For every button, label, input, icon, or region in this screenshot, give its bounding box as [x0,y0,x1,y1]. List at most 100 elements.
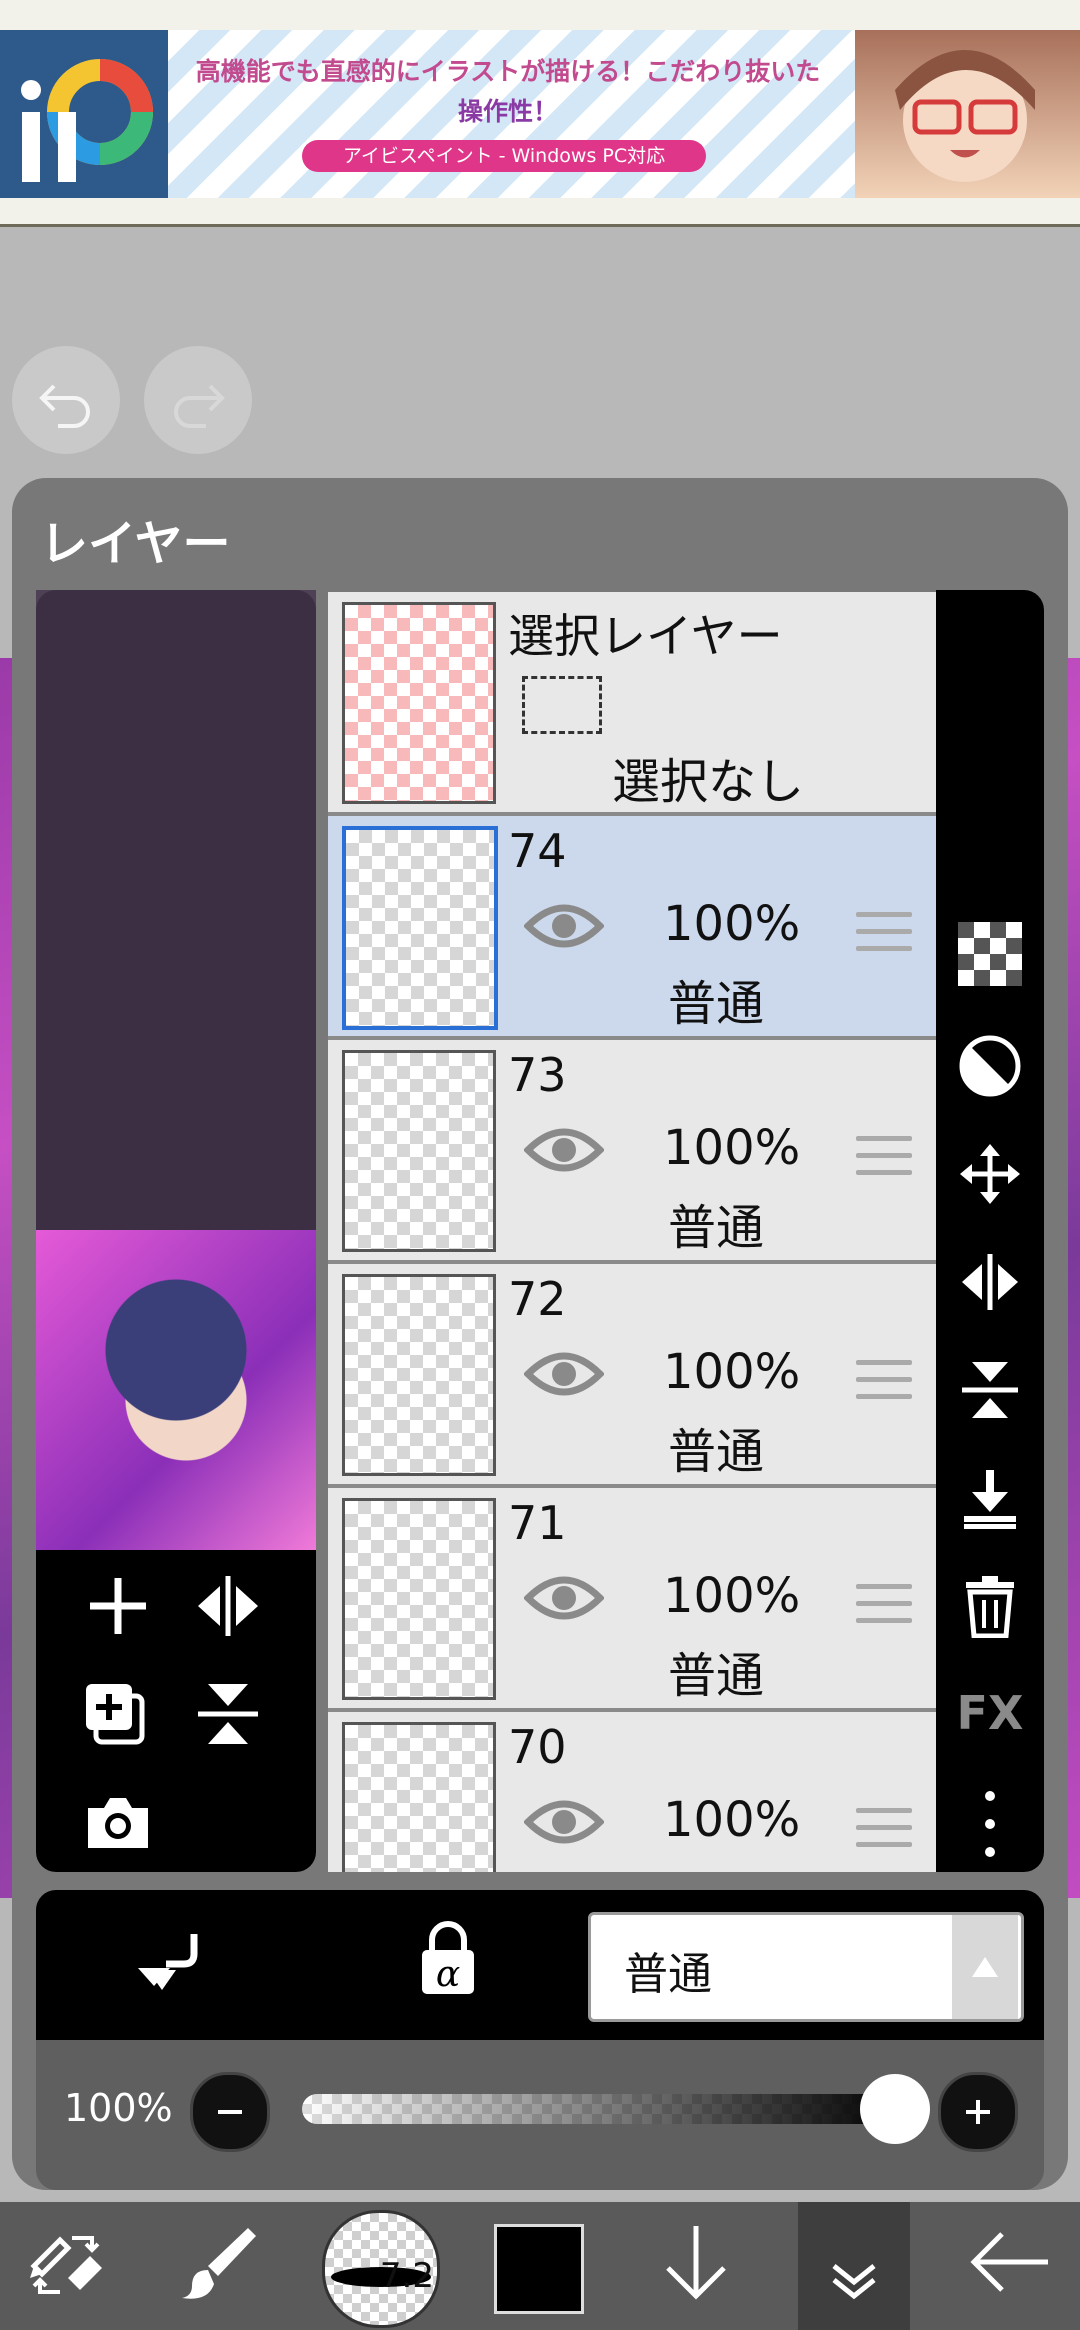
eye-icon [524,1576,604,1620]
visibility-toggle[interactable] [524,1344,604,1404]
collapse-panel-button[interactable] [812,2226,896,2310]
layer-name: 72 [508,1272,567,1326]
selection-layer-thumbnail [342,602,496,804]
clipping-arrow-icon [138,1934,198,1990]
ad-headline: 高機能でも直感的にイラストが描ける！こだわり抜いた [195,57,821,86]
flip-vertical-button[interactable] [958,1358,1022,1422]
ibis-paint-logo[interactable] [0,30,168,198]
layer-thumbnail [342,826,498,1030]
opacity-slider-handle[interactable] [860,2074,930,2144]
brush-icon [182,2228,256,2299]
move-button[interactable] [958,1142,1022,1206]
visibility-toggle[interactable] [524,1792,604,1852]
undo-button[interactable] [12,346,120,454]
layer-name: 73 [508,1048,567,1102]
eye-icon [524,1128,604,1172]
opacity-decrease-button[interactable] [190,2072,270,2152]
opacity-increase-button[interactable] [938,2072,1018,2152]
layer-thumbnail [342,1498,496,1700]
layer-row-74[interactable]: 74 100% 普通 [328,816,936,1040]
alpha-lock-icon: α [422,1921,474,1995]
alpha-lock-button[interactable]: α [412,1920,484,2000]
flip-horizontal-button[interactable] [958,1250,1022,1314]
redo-button[interactable] [144,346,252,454]
ad-character-image [855,30,1080,198]
ad-subheadline: 操作性！ [457,97,558,126]
checkerboard-icon [958,922,1022,986]
fx-button[interactable]: FX [952,1686,1028,1740]
drag-handle-icon[interactable] [856,1584,912,1635]
flip-horizontal-icon [198,1576,258,1636]
drag-handle-icon[interactable] [856,912,912,963]
canvas-preview-area [36,590,316,1230]
blend-mode-dropdown-button[interactable] [952,1915,1018,2019]
plus-icon [90,1578,146,1634]
layer-row-70[interactable]: 70 100% 普通 [328,1712,936,1872]
layer-name: 71 [508,1496,567,1550]
duplicate-layer-button[interactable] [82,1678,154,1750]
layer-blend-mode: 普通 [668,1424,765,1480]
layer-row-72[interactable]: 72 100% 普通 [328,1264,936,1488]
flip-vertical-layer-button[interactable] [192,1678,264,1750]
svg-text:α: α [436,1954,460,1995]
brush-size-value: 7.2 [379,2256,434,2296]
layer-opacity: 100% [663,1568,801,1624]
undo-icon [39,384,90,428]
flip-horizontal-layer-button[interactable] [192,1570,264,1642]
clipping-button[interactable] [138,1924,210,1996]
brush-tool-button[interactable] [178,2220,262,2304]
flip-vertical-icon [962,1362,1018,1418]
duplicate-layer-icon [86,1684,145,1745]
layer-blend-mode: 普通 [668,1200,765,1256]
tool-switch-button[interactable] [24,2220,108,2304]
layer-blend-mode: 普通 [668,1648,765,1704]
layer-down-button[interactable] [654,2220,738,2304]
more-options-button[interactable] [958,1786,1022,1862]
layer-name: 70 [508,1720,567,1774]
layer-row-71[interactable]: 71 100% 普通 [328,1488,936,1712]
visibility-toggle[interactable] [524,1120,604,1180]
color-swatch-button[interactable] [494,2224,584,2314]
layer-row-73[interactable]: 73 100% 普通 [328,1040,936,1264]
flip-vertical-icon [198,1684,258,1744]
opacity-slider[interactable] [302,2094,902,2124]
minus-icon [218,2110,242,2114]
visibility-toggle[interactable] [524,1568,604,1628]
drag-handle-icon[interactable] [856,1360,912,1411]
eye-icon [524,904,604,948]
layer-blend-mode: 普通 [668,976,765,1032]
layer-opacity: 100% [663,896,801,952]
layer-opacity: 100% [663,1792,801,1848]
arrow-down-icon [666,2226,726,2300]
drag-handle-icon[interactable] [856,1136,912,1187]
redo-icon [174,384,225,428]
visibility-toggle[interactable] [524,896,604,956]
eye-icon [524,1352,604,1396]
half-circle-icon [959,1035,1021,1097]
triangle-up-icon [972,1957,998,1977]
back-button[interactable] [968,2220,1052,2304]
panel-title: レイヤー [40,516,231,572]
opacity-label: 100% [64,2086,173,2130]
add-layer-button[interactable] [82,1570,154,1642]
camera-icon [88,1798,148,1848]
canvas-thumbnail[interactable] [36,1230,316,1550]
layer-thumbnail [342,1050,496,1252]
trash-icon [966,1576,1014,1638]
layer-opacity: 100% [663,1344,801,1400]
merge-down-button[interactable] [958,1466,1022,1530]
plus-icon [966,2100,990,2124]
blend-mode-value: 普通 [624,1949,712,2000]
merge-down-icon [964,1470,1016,1529]
selection-layer-row[interactable]: 選択レイヤー 選択なし [328,592,936,816]
ad-cta-pill[interactable]: アイビスペイント - Windows PC対応 [302,140,706,172]
transparency-button[interactable] [958,922,1022,986]
invert-button[interactable] [958,1034,1022,1098]
drag-handle-icon[interactable] [856,1808,912,1859]
layer-list[interactable]: 選択レイヤー 選択なし 74 100% 普通 73 100% 普通 72 100… [328,592,936,1872]
selection-layer-name: 選択レイヤー [508,609,783,663]
delete-layer-button[interactable] [958,1574,1022,1638]
camera-import-button[interactable] [82,1786,154,1858]
layer-thumbnail [342,1274,496,1476]
layer-opacity: 100% [663,1120,801,1176]
